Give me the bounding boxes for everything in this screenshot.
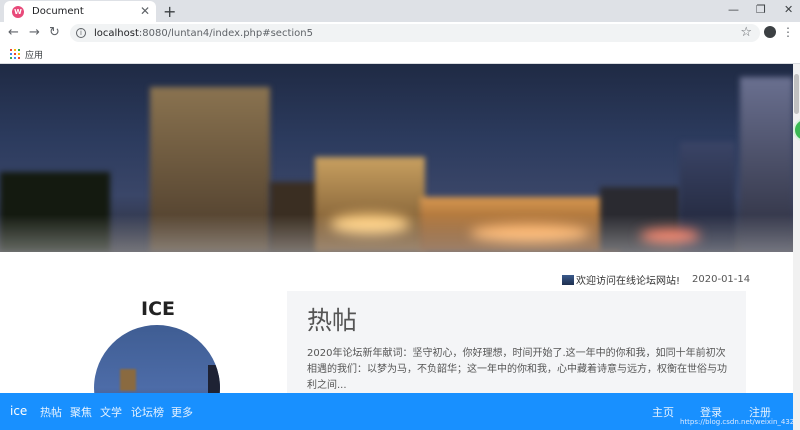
site-info-icon[interactable]: i [76, 28, 86, 38]
welcome-line: 欢迎访问在线论坛网站! 2020-01-14 [562, 272, 750, 287]
bookmark-apps[interactable]: 应用 [25, 48, 43, 61]
nav-link-more[interactable]: 更多 [171, 404, 193, 420]
apps-dot [14, 57, 16, 59]
browser-toolbar: ← → ↻ i localhost:8080/luntan4/index.php… [0, 22, 800, 44]
apps-dot [10, 57, 12, 59]
apps-dot [10, 49, 12, 51]
apps-dot [18, 53, 20, 55]
hot-posts-heading: 热帖 [307, 306, 358, 335]
building [270, 182, 330, 252]
lit-building [315, 157, 425, 252]
tab-close-icon[interactable]: ✕ [140, 4, 150, 18]
browser-tab-strip: W Document ✕ + — ❐ ✕ [0, 0, 800, 22]
browser-menu-icon[interactable]: ⋮ [782, 25, 794, 39]
light-glow [640, 229, 700, 243]
welcome-text: 欢迎访问在线论坛网站! [576, 276, 681, 287]
nav-link-literature[interactable]: 文学 [100, 404, 122, 420]
apps-dot [14, 49, 16, 51]
waterfront-lights [420, 197, 620, 252]
tower-far-right [740, 77, 793, 252]
apps-grid-icon[interactable] [10, 49, 20, 59]
back-icon[interactable]: ← [8, 25, 19, 40]
scrollbar-thumb[interactable] [794, 74, 799, 114]
minimize-icon[interactable]: — [728, 3, 739, 16]
tower-right [680, 142, 735, 252]
tower-left [150, 87, 270, 252]
new-tab-icon[interactable]: + [163, 2, 176, 21]
apps-dot [18, 49, 20, 51]
browser-tab[interactable]: W Document ✕ [4, 1, 156, 22]
avatar-building [120, 369, 136, 391]
nav-link-home[interactable]: 主页 [652, 404, 674, 420]
site-favicon-icon: W [12, 5, 24, 18]
light-glow [330, 214, 410, 234]
apps-dot [18, 57, 20, 59]
address-bar[interactable]: i localhost:8080/luntan4/index.php#secti… [70, 24, 760, 42]
nav-link-focus[interactable]: 聚焦 [70, 404, 92, 420]
forward-icon[interactable]: → [29, 25, 40, 40]
url-host: localhost [94, 27, 139, 39]
light-glow [470, 224, 590, 242]
restore-icon[interactable]: ❐ [756, 3, 766, 16]
banner-image [0, 64, 793, 252]
avatar-building [208, 365, 220, 395]
profile-avatar-icon[interactable] [764, 26, 776, 38]
apps-dot [10, 53, 12, 55]
welcome-thumbnail-icon [562, 274, 574, 285]
bookmarks-bar: 应用 [0, 44, 800, 64]
navbar-brand[interactable]: ice [10, 404, 27, 418]
tab-title: Document [32, 6, 84, 17]
bookmark-star-icon[interactable]: ☆ [740, 25, 752, 40]
bottom-navbar: ice 热帖 聚焦 文学 论坛榜 更多 主页 登录 注册 [0, 393, 793, 430]
nav-link-hot[interactable]: 热帖 [40, 404, 62, 420]
url-text: localhost:8080/luntan4/index.php#section… [94, 28, 313, 39]
nav-link-rankings[interactable]: 论坛榜 [131, 404, 164, 420]
watermark-text: https://blog.csdn.net/weixin_4320616 [680, 418, 793, 426]
url-path: :8080/luntan4/index.php#section5 [138, 27, 313, 39]
hot-post-excerpt[interactable]: 2020年论坛新年献词：坚守初心，你好理想，时间开始了.这一年中的你和我，如同十… [307, 346, 732, 394]
reload-icon[interactable]: ↻ [49, 25, 60, 40]
date-text: 2020-01-14 [692, 274, 751, 285]
apps-dot [14, 53, 16, 55]
web-page: 欢迎访问在线论坛网站! 2020-01-14 ICE 热帖 2020年论坛新年献… [0, 64, 793, 430]
window-close-icon[interactable]: ✕ [784, 3, 793, 16]
trees-silhouette [0, 172, 110, 252]
profile-title: ICE [141, 298, 175, 320]
building [600, 187, 680, 252]
